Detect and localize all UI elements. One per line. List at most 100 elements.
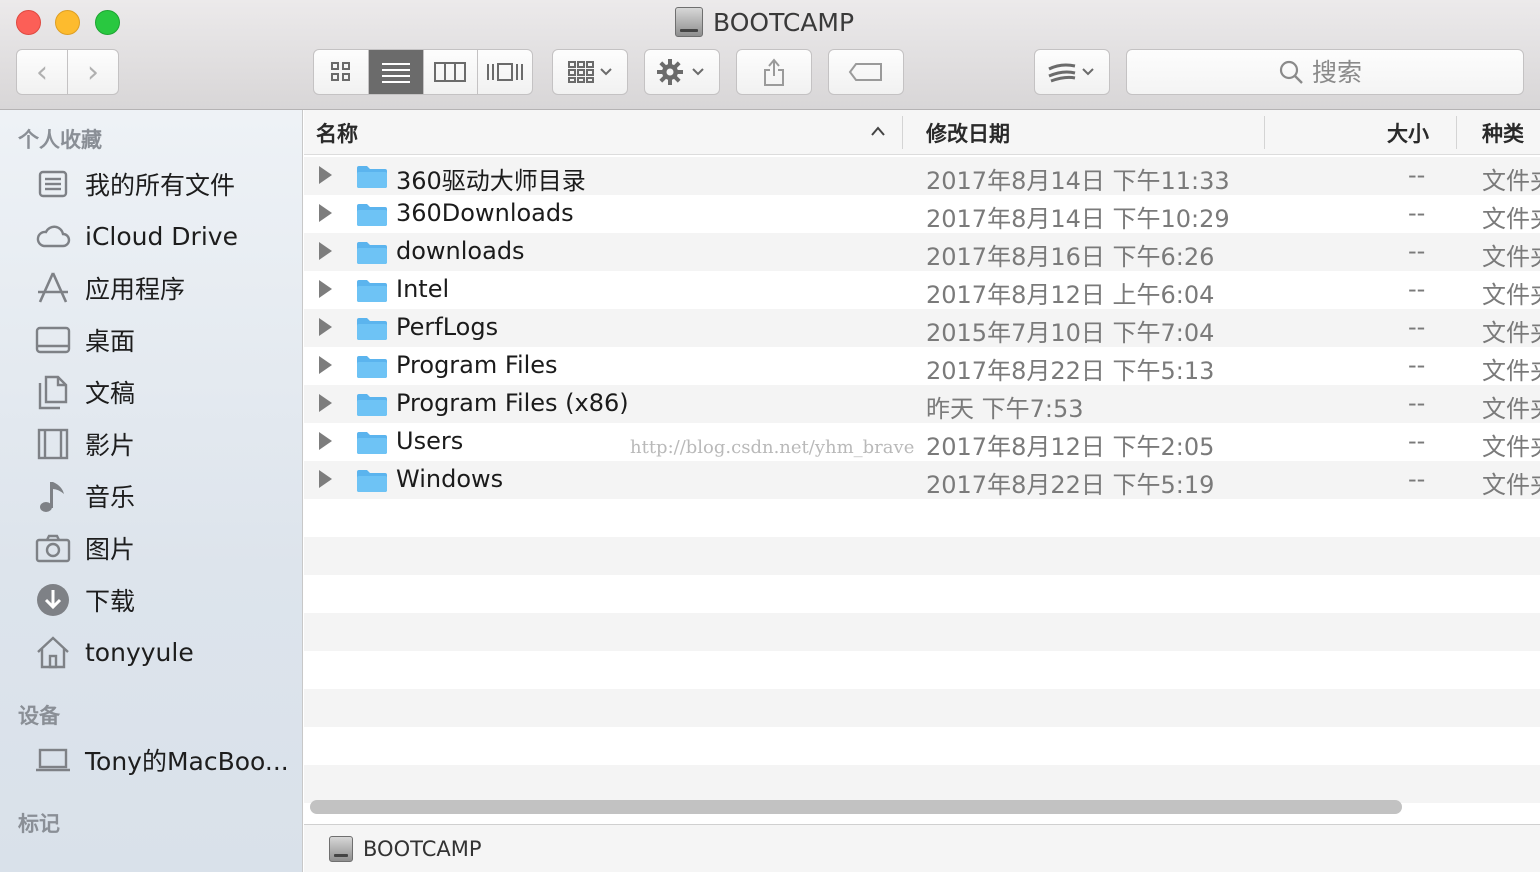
file-kind: 文件夹 xyxy=(1482,243,1540,271)
column-separator[interactable] xyxy=(1264,116,1265,149)
disclosure-triangle-icon[interactable] xyxy=(319,166,332,184)
column-header-date[interactable]: 修改日期 xyxy=(926,110,1010,155)
sidebar-item-desktop[interactable]: 桌面 xyxy=(35,318,135,362)
sidebar-item-label: 文稿 xyxy=(85,379,136,408)
file-row[interactable]: PerfLogs 2015年7月10日 下午7:04 -- 文件夹 xyxy=(304,309,1540,347)
file-kind: 文件夹 xyxy=(1482,471,1540,499)
disclosure-triangle-icon[interactable] xyxy=(319,280,332,298)
empty-row xyxy=(304,499,1540,537)
list-icon xyxy=(381,63,410,83)
file-row[interactable]: Program Files (x86) 昨天 下午7:53 -- 文件夹 xyxy=(304,385,1540,423)
disclosure-triangle-icon[interactable] xyxy=(319,432,332,450)
disclosure-triangle-icon[interactable] xyxy=(319,394,332,412)
documents-icon xyxy=(35,374,71,410)
zoom-button[interactable] xyxy=(95,10,120,35)
file-size: -- xyxy=(1408,161,1426,189)
file-date: 2017年8月14日 下午10:29 xyxy=(926,205,1230,233)
forward-button[interactable]: › xyxy=(67,50,118,94)
column-header-date-label: 修改日期 xyxy=(926,121,1010,146)
sidebar-item-downloads[interactable]: 下载 xyxy=(35,578,135,622)
sidebar-item-movies[interactable]: 影片 xyxy=(35,422,135,466)
file-row[interactable]: Users 2017年8月12日 下午2:05 -- 文件夹 xyxy=(304,423,1540,461)
file-row[interactable]: 360Downloads 2017年8月14日 下午10:29 -- 文件夹 xyxy=(304,195,1540,233)
disclosure-triangle-icon[interactable] xyxy=(319,356,332,374)
file-date: 2017年8月22日 下午5:13 xyxy=(926,357,1215,385)
column-separator[interactable] xyxy=(902,116,903,149)
column-header-name[interactable]: 名称 xyxy=(316,110,358,155)
file-row[interactable]: Program Files 2017年8月22日 下午5:13 -- 文件夹 xyxy=(304,347,1540,385)
laptop-icon xyxy=(35,742,71,778)
watermark: http://blog.csdn.net/yhm_brave xyxy=(630,437,915,458)
sidebar-item-pictures[interactable]: 图片 xyxy=(35,526,135,570)
camera-icon xyxy=(35,530,71,566)
file-name: Users xyxy=(396,427,464,455)
file-row[interactable]: Intel 2017年8月12日 上午6:04 -- 文件夹 xyxy=(304,271,1540,309)
empty-row xyxy=(304,727,1540,765)
dropbox-button[interactable] xyxy=(1034,49,1110,95)
cover-flow-button[interactable] xyxy=(477,50,532,94)
sidebar-item-all-files[interactable]: 我的所有文件 xyxy=(35,162,235,206)
icon-view-button[interactable] xyxy=(314,50,368,94)
share-button[interactable] xyxy=(736,49,812,95)
file-name: PerfLogs xyxy=(396,313,499,341)
disclosure-triangle-icon[interactable] xyxy=(319,470,332,488)
folder-icon xyxy=(357,318,387,340)
movies-icon xyxy=(35,426,71,462)
column-view-button[interactable] xyxy=(422,50,478,94)
file-date: 2017年8月16日 下午6:26 xyxy=(926,243,1215,271)
file-kind: 文件夹 xyxy=(1482,167,1540,195)
close-button[interactable] xyxy=(16,10,41,35)
minimize-button[interactable] xyxy=(55,10,80,35)
sidebar-item-home[interactable]: tonyyule xyxy=(35,630,194,674)
sidebar-item-music[interactable]: 音乐 xyxy=(35,474,135,518)
arrange-button[interactable] xyxy=(552,49,628,95)
sidebar-heading-favorites: 个人收藏 xyxy=(18,128,102,152)
chevron-left-icon: ‹ xyxy=(36,54,48,90)
sidebar-heading-devices: 设备 xyxy=(18,704,60,728)
disclosure-triangle-icon[interactable] xyxy=(319,318,332,336)
sidebar-item-label: 音乐 xyxy=(85,483,136,512)
file-row[interactable]: Windows 2017年8月22日 下午5:19 -- 文件夹 xyxy=(304,461,1540,499)
search-input[interactable] xyxy=(1312,57,1372,87)
disclosure-triangle-icon[interactable] xyxy=(319,242,332,260)
applications-icon xyxy=(35,270,71,306)
column-header-kind-label: 种类 xyxy=(1482,121,1524,146)
column-separator[interactable] xyxy=(1456,116,1457,149)
file-name: 360Downloads xyxy=(396,199,574,227)
file-size: -- xyxy=(1408,389,1426,417)
file-row[interactable]: downloads 2017年8月16日 下午6:26 -- 文件夹 xyxy=(304,233,1540,271)
column-header-kind[interactable]: 种类 xyxy=(1482,110,1524,155)
sidebar-item-label: 我的所有文件 xyxy=(85,171,236,200)
sidebar-item-icloud-drive[interactable]: iCloud Drive xyxy=(35,214,238,258)
back-button[interactable]: ‹ xyxy=(17,50,67,94)
file-date: 2017年8月12日 下午2:05 xyxy=(926,433,1215,461)
swoosh-icon xyxy=(1048,63,1094,83)
search-field[interactable] xyxy=(1126,49,1524,95)
sidebar-item-device-macbook[interactable]: Tony的MacBoo... xyxy=(35,738,289,782)
sidebar-item-label: 桌面 xyxy=(85,327,136,356)
column-header-size-label: 大小 xyxy=(1387,121,1429,146)
column-header-size[interactable]: 大小 xyxy=(1387,110,1429,155)
view-mode-group xyxy=(313,49,533,95)
sidebar-item-documents[interactable]: 文稿 xyxy=(35,370,135,414)
tag-button[interactable] xyxy=(828,49,904,95)
sidebar-item-label: iCloud Drive xyxy=(85,221,238,251)
path-bar-item[interactable]: BOOTCAMP xyxy=(363,837,482,861)
folder-icon xyxy=(357,356,387,378)
file-row[interactable]: 360驱动大师目录 2017年8月14日 下午11:33 -- 文件夹 xyxy=(304,157,1540,195)
sidebar-item-applications[interactable]: 应用程序 xyxy=(35,266,185,310)
file-kind: 文件夹 xyxy=(1482,319,1540,347)
file-date: 昨天 下午7:53 xyxy=(926,395,1084,423)
file-name: Windows xyxy=(396,465,504,493)
sidebar-item-label: 影片 xyxy=(85,431,136,460)
gear-icon xyxy=(657,59,704,85)
action-button[interactable] xyxy=(644,49,720,95)
horizontal-scrollbar[interactable] xyxy=(310,800,1402,814)
list-view-button[interactable] xyxy=(367,50,423,94)
disclosure-triangle-icon[interactable] xyxy=(319,204,332,222)
desktop-icon xyxy=(35,322,71,358)
window-title: BOOTCAMP xyxy=(675,5,854,39)
empty-row xyxy=(304,537,1540,575)
list-header: 名称 修改日期 大小 种类 xyxy=(304,110,1540,155)
sidebar-item-label: 图片 xyxy=(85,535,136,564)
